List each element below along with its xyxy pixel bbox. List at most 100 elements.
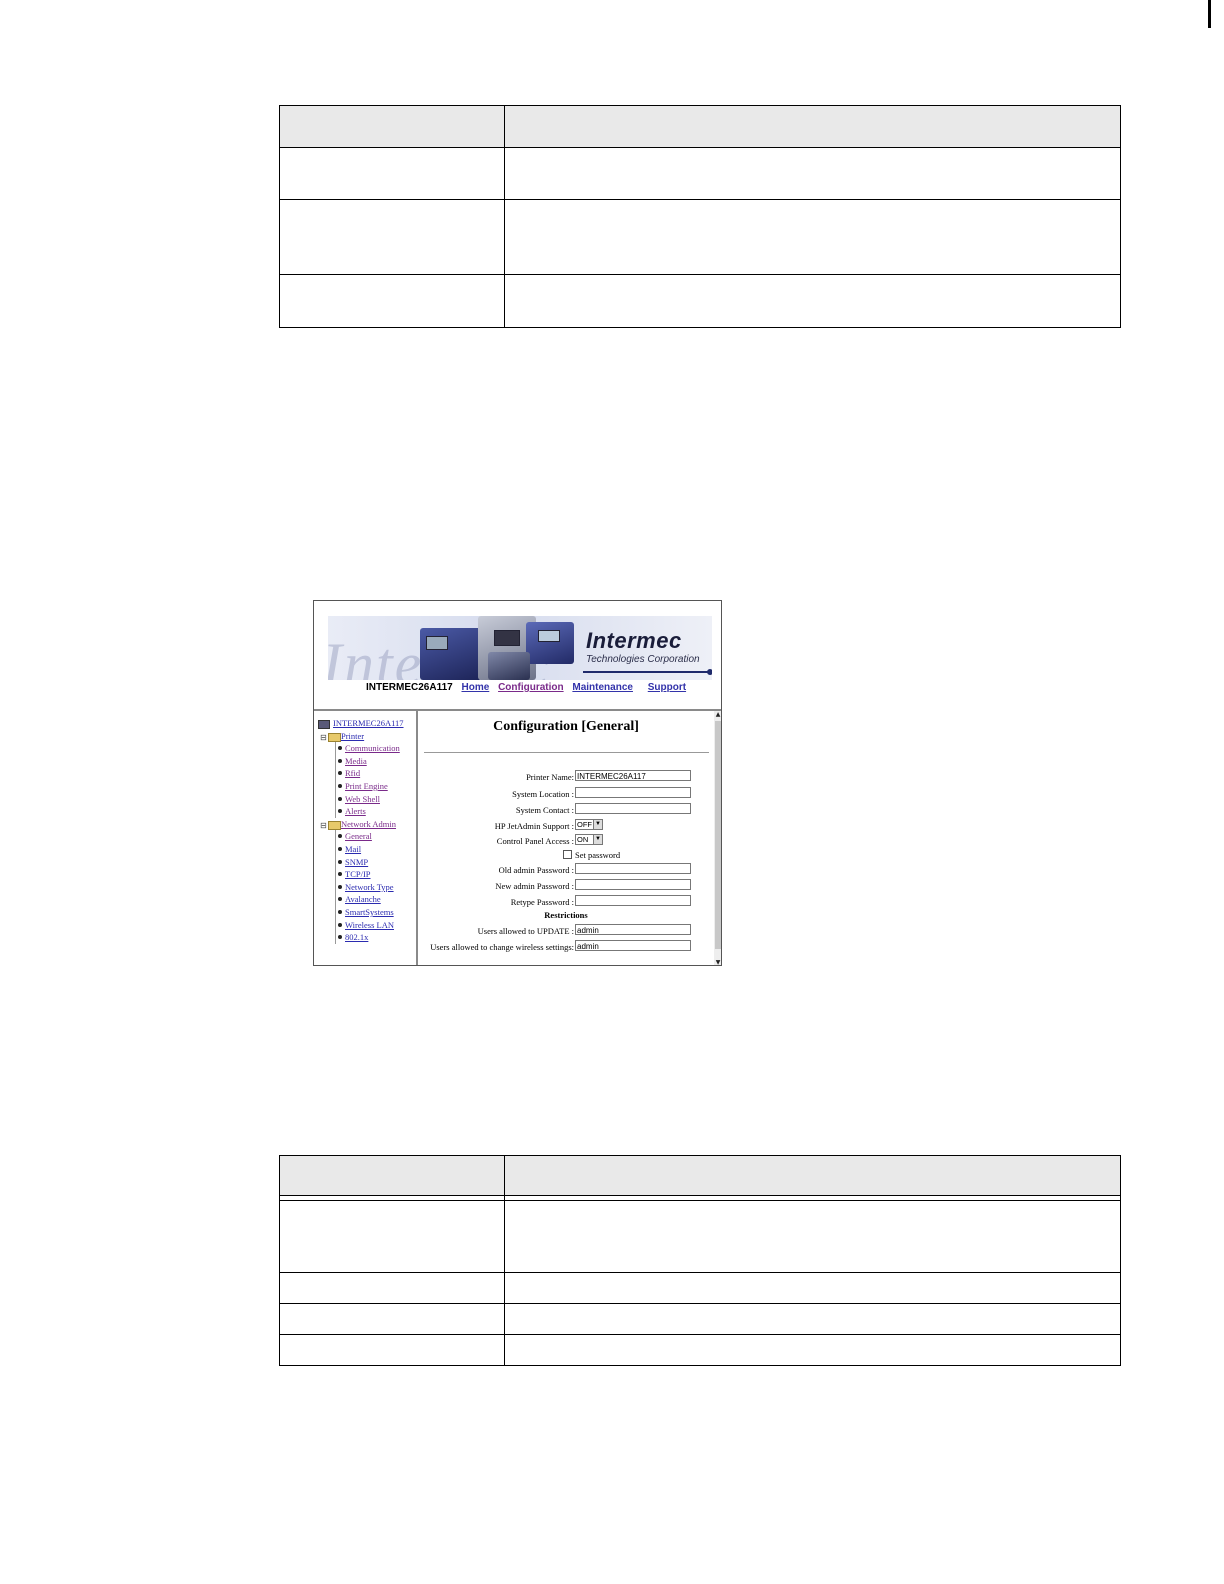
- tree-root[interactable]: INTERMEC26A117: [317, 717, 415, 730]
- system-contact-input[interactable]: [575, 803, 691, 814]
- tree-item-rfid[interactable]: Rfid: [317, 767, 415, 780]
- hp-jetadmin-select[interactable]: OFF ▼: [575, 819, 603, 830]
- tree-item-link[interactable]: Network Type: [345, 882, 394, 892]
- update-users-row: Users allowed to UPDATE : admin: [422, 924, 710, 938]
- wireless-users-input[interactable]: admin: [575, 940, 691, 951]
- table-cell: [504, 199, 1121, 275]
- system-location-input[interactable]: [575, 787, 691, 798]
- tree-item-link[interactable]: Mail: [345, 844, 361, 854]
- old-password-input[interactable]: [575, 863, 691, 874]
- old-password-label: Old admin Password :: [498, 865, 574, 875]
- chevron-down-icon[interactable]: ▼: [593, 820, 602, 829]
- tree-item-link[interactable]: General: [345, 831, 372, 841]
- tree-item-link[interactable]: Media: [345, 756, 367, 766]
- set-password-checkbox[interactable]: [563, 850, 572, 859]
- tree-item-wireless-lan[interactable]: Wireless LAN: [317, 918, 415, 932]
- tree-item-link[interactable]: Communication: [345, 743, 400, 753]
- printer-device-icon: [318, 720, 330, 729]
- intermec-banner: Intermec Intermec Technologies Corporati…: [328, 616, 712, 680]
- control-panel-label: Control Panel Access :: [496, 836, 574, 846]
- tree-item-network-type[interactable]: Network Type: [317, 880, 415, 894]
- system-contact-label: System Contact :: [515, 805, 574, 815]
- tree-item-tcpip[interactable]: TCP/IP: [317, 868, 415, 881]
- intermec-logo: Intermec: [586, 628, 682, 653]
- config-form-pane: Configuration [General] Printer Name: IN…: [422, 711, 710, 965]
- tree-item-link[interactable]: SNMP: [345, 857, 368, 867]
- update-users-label: Users allowed to UPDATE :: [477, 926, 574, 936]
- table-row: [279, 1334, 1121, 1366]
- bullet-icon: [338, 783, 342, 788]
- wireless-users-label: Users allowed to change wireless setting…: [430, 942, 574, 952]
- update-users-input[interactable]: admin: [575, 924, 691, 935]
- hp-jetadmin-value: OFF: [577, 820, 592, 829]
- tree-item-general[interactable]: General: [317, 830, 415, 843]
- printer-name-input[interactable]: INTERMEC26A117: [575, 770, 691, 781]
- control-panel-select[interactable]: ON ▼: [575, 834, 603, 845]
- tree-folder-label[interactable]: Printer: [341, 731, 364, 741]
- tree-item-print-engine[interactable]: Print Engine: [317, 779, 415, 793]
- tree-item-8021x[interactable]: 802.1x: [317, 931, 415, 944]
- tree-item-link[interactable]: Web Shell: [345, 794, 380, 804]
- bullet-icon: [338, 758, 342, 763]
- tree-item-link[interactable]: Wireless LAN: [345, 920, 394, 930]
- tree-item-snmp[interactable]: SNMP: [317, 855, 415, 869]
- bullet-icon: [338, 771, 342, 776]
- printer-image: [526, 622, 574, 664]
- restrictions-heading: Restrictions: [544, 910, 588, 920]
- tree-item-link[interactable]: Print Engine: [345, 781, 388, 791]
- table-cell: [504, 274, 1121, 328]
- description-table-1: [279, 105, 1121, 328]
- frame-divider[interactable]: [416, 711, 418, 965]
- tree-item-media[interactable]: Media: [317, 754, 415, 768]
- folder-open-icon: [328, 820, 341, 830]
- vertical-scrollbar[interactable]: ▲ ▼: [714, 711, 721, 965]
- tree-item-link[interactable]: Avalanche: [345, 894, 381, 904]
- tree-item-link[interactable]: Alerts: [345, 806, 366, 816]
- table-cell: [279, 1200, 505, 1273]
- tree-item-communication[interactable]: Communication: [317, 742, 415, 755]
- tree-root-link[interactable]: INTERMEC26A117: [333, 718, 404, 728]
- logo-rule: [583, 671, 711, 673]
- tree-folder-printer[interactable]: ⊟ Printer: [317, 730, 415, 743]
- tree-item-smartsystems[interactable]: SmartSystems: [317, 905, 415, 919]
- scroll-thumb[interactable]: [715, 721, 721, 949]
- tree-item-avalanche[interactable]: Avalanche: [317, 893, 415, 906]
- new-password-input[interactable]: [575, 879, 691, 890]
- tree-item-link[interactable]: Rfid: [345, 768, 360, 778]
- table-header-cell: [279, 1155, 505, 1196]
- system-contact-row: System Contact :: [422, 803, 710, 817]
- retype-password-input[interactable]: [575, 895, 691, 906]
- nav-link-home[interactable]: Home: [461, 682, 489, 693]
- retype-password-label: Retype Password :: [510, 897, 574, 907]
- bullet-icon: [338, 796, 342, 801]
- table-cell: [504, 147, 1121, 200]
- tree-item-link[interactable]: 802.1x: [345, 932, 368, 942]
- tree-folder-network-admin[interactable]: ⊟ Network Admin: [317, 818, 415, 831]
- page-title: Configuration [General]: [493, 719, 639, 734]
- nav-link-support[interactable]: Support: [648, 682, 686, 693]
- scroll-down-icon[interactable]: ▼: [714, 959, 721, 965]
- table-cell: [279, 1334, 505, 1366]
- retype-password-row: Retype Password :: [422, 895, 710, 909]
- table-cell: [279, 274, 505, 328]
- nav-link-configuration[interactable]: Configuration: [498, 682, 564, 693]
- description-table-2: [279, 1155, 1121, 1366]
- tree-item-web-shell[interactable]: Web Shell: [317, 792, 415, 806]
- control-panel-row: Control Panel Access : ON ▼: [422, 834, 710, 848]
- bullet-icon: [338, 846, 342, 851]
- scroll-up-icon[interactable]: ▲: [714, 711, 721, 719]
- navigation-tree: INTERMEC26A117 ⊟ Printer Communication M…: [317, 717, 415, 944]
- tree-item-mail[interactable]: Mail: [317, 842, 415, 856]
- system-location-row: System Location :: [422, 787, 710, 801]
- printer-hostname: INTERMEC26A117: [366, 682, 453, 693]
- hp-jetadmin-label: HP JetAdmin Support :: [494, 821, 574, 831]
- tree-folder-label[interactable]: Network Admin: [341, 819, 396, 829]
- bullet-icon: [338, 834, 342, 839]
- chevron-down-icon[interactable]: ▼: [593, 835, 602, 844]
- nav-link-maintenance[interactable]: Maintenance: [572, 682, 633, 693]
- tree-item-link[interactable]: TCP/IP: [345, 869, 371, 879]
- tree-item-alerts[interactable]: Alerts: [317, 805, 415, 818]
- new-password-row: New admin Password :: [422, 879, 710, 893]
- tree-item-link[interactable]: SmartSystems: [345, 907, 394, 917]
- printer-image: [488, 652, 530, 680]
